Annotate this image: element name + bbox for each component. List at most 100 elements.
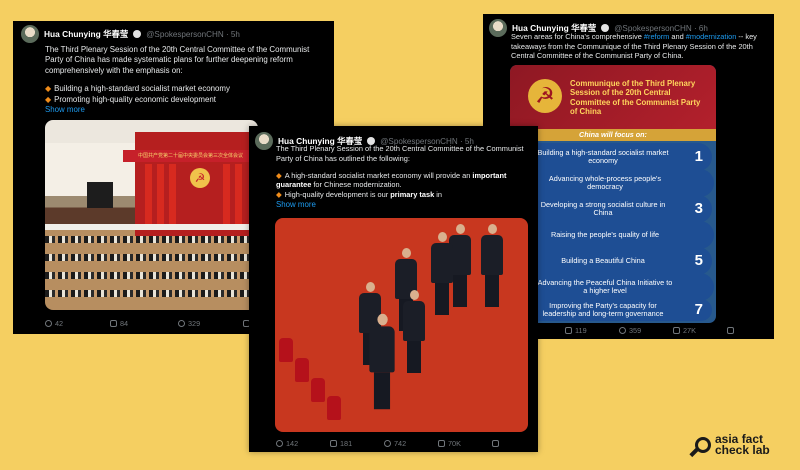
diamond-icon: ◆ — [45, 94, 52, 104]
party-emblem-icon: ☭ — [190, 168, 210, 188]
magnifier-icon — [695, 437, 711, 453]
heart-icon — [619, 327, 626, 334]
focus-item: Building a Beautiful China 5 — [530, 247, 712, 275]
retweet-button[interactable]: 84 — [110, 319, 178, 328]
focus-item-number: 7 — [694, 301, 703, 318]
logo-line: check lab — [715, 443, 770, 457]
walking-official — [431, 232, 453, 315]
focus-item: Raising the people's quality of life — [532, 221, 714, 249]
graphic-title: Communique of the Third Plenary Session … — [570, 79, 701, 117]
bullet-text: A high-standard socialist market economy… — [284, 170, 473, 180]
retweet-count: 181 — [340, 439, 353, 448]
bullet-item: ◆ Building a high-standard socialist mark… — [45, 84, 325, 94]
audience-row — [45, 290, 258, 297]
focus-item-text: Developing a strong socialist culture in… — [540, 199, 666, 217]
chair — [327, 396, 341, 420]
like-button[interactable]: 329 — [178, 319, 243, 328]
tweet-photo[interactable] — [275, 218, 528, 432]
bullet-text: High-quality development is our — [284, 190, 391, 200]
red-flag — [169, 164, 176, 224]
audience-row — [45, 254, 258, 261]
retweet-button[interactable]: 119 — [565, 326, 619, 335]
tweet-card-3[interactable]: Hua Chunying 华春莹 @SpokespersonCHN · 5h T… — [249, 126, 538, 452]
avatar[interactable] — [489, 19, 507, 37]
focus-item-text: Advancing whole-process people's democra… — [548, 173, 662, 191]
tweet-text: Seven areas for China's comprehensive #r… — [511, 32, 769, 61]
reply-button[interactable]: 142 — [276, 439, 330, 448]
author-name[interactable]: Hua Chunying 华春莹 — [44, 28, 128, 40]
tweet-paragraph: The Third Plenary Session of the 20th Ce… — [45, 45, 310, 75]
tweet-paragraph: The Third Plenary Session of the 20th Ce… — [276, 144, 524, 163]
view-count: 70K — [448, 439, 461, 448]
chair — [279, 338, 293, 362]
focus-item-text: Building a Beautiful China — [561, 255, 645, 265]
bullet-item: ◆ High-quality development is our primary… — [276, 190, 528, 200]
view-count: 27K — [683, 326, 696, 335]
bullet-item: ◆ A high-standard socialist market econom… — [276, 171, 528, 191]
like-button[interactable]: 742 — [384, 439, 438, 448]
diamond-icon: ◆ — [276, 190, 282, 200]
asia-fact-check-lab-logo: asia fact check lab — [695, 433, 770, 457]
audience-row — [45, 236, 258, 243]
bullet-text: in — [434, 190, 443, 200]
bullet-text: Promoting high-quality economic developm… — [54, 94, 216, 104]
chair — [311, 378, 325, 402]
avatar[interactable] — [255, 132, 273, 150]
share-icon — [492, 440, 499, 447]
reply-icon — [276, 440, 283, 447]
like-button[interactable]: 359 — [619, 326, 673, 335]
like-count: 742 — [394, 439, 407, 448]
reply-button[interactable]: 42 — [45, 319, 110, 328]
views-button[interactable]: 27K — [673, 326, 727, 335]
tweet-header: Hua Chunying 华春莹 @SpokespersonCHN · 5h — [21, 24, 240, 44]
tweet-photo[interactable]: 中国共产党第二十届中央委员会第三次全体会议 ☭ — [45, 120, 258, 310]
focus-item-text: Improving the Party's capacity for leade… — [542, 300, 664, 318]
focus-item-text: Raising the people's quality of life — [550, 229, 660, 239]
verified-icon — [133, 30, 142, 38]
reply-count: 42 — [55, 319, 64, 328]
show-more-link[interactable]: Show more — [45, 105, 325, 115]
retweet-button[interactable]: 181 — [330, 439, 384, 448]
share-button[interactable] — [727, 327, 734, 334]
walking-official — [403, 290, 425, 373]
avatar[interactable] — [21, 25, 39, 43]
show-more-link[interactable]: Show more — [276, 200, 528, 210]
verified-icon — [601, 24, 610, 32]
tweet-text: The Third Plenary Session of the 20th Ce… — [276, 144, 528, 210]
party-emblem-icon: ☭ — [528, 79, 562, 113]
focus-item-number: 1 — [694, 148, 703, 165]
tweet-text-part: Seven areas for China's comprehensive — [511, 32, 644, 41]
communique-graphic[interactable]: ☭ Communique of the Third Plenary Sessio… — [510, 65, 716, 323]
tweet-actions: 119 359 27K — [511, 326, 771, 335]
focus-item: Developing a strong socialist culture in… — [530, 195, 712, 223]
red-flag — [235, 164, 242, 224]
share-button[interactable] — [492, 440, 499, 447]
bullet-text: Building a high-standard socialist marke… — [54, 84, 230, 94]
share-icon — [727, 327, 734, 334]
diamond-icon: ◆ — [45, 84, 52, 94]
red-flag — [145, 164, 152, 224]
like-count: 359 — [629, 326, 642, 335]
bullet-item: ◆ Promoting high-quality economic develop… — [45, 95, 325, 105]
tweet-text-part: and — [669, 32, 686, 41]
display-screen — [87, 182, 113, 208]
retweet-icon — [565, 327, 572, 334]
bullet-text: for Chinese modernization. — [311, 180, 402, 190]
red-flag — [157, 164, 164, 224]
audience-row — [45, 272, 258, 279]
red-flag — [223, 164, 230, 224]
focus-item-number: 3 — [694, 200, 703, 217]
focus-item: Improving the Party's capacity for leade… — [530, 299, 712, 321]
like-count: 329 — [188, 319, 201, 328]
views-icon — [673, 327, 680, 334]
retweet-count: 84 — [120, 319, 129, 328]
bullet-emphasis: primary task — [390, 190, 435, 200]
walking-official — [369, 313, 395, 410]
hashtag-link[interactable]: #modernization — [686, 32, 737, 41]
heart-icon — [384, 440, 391, 447]
author-handle[interactable]: @SpokespersonCHN · 5h — [146, 30, 240, 39]
focus-heading: China will focus on: — [510, 129, 716, 141]
views-button[interactable]: 70K — [438, 439, 492, 448]
rostrum-tier — [45, 224, 258, 230]
hashtag-link[interactable]: #reform — [644, 32, 669, 41]
